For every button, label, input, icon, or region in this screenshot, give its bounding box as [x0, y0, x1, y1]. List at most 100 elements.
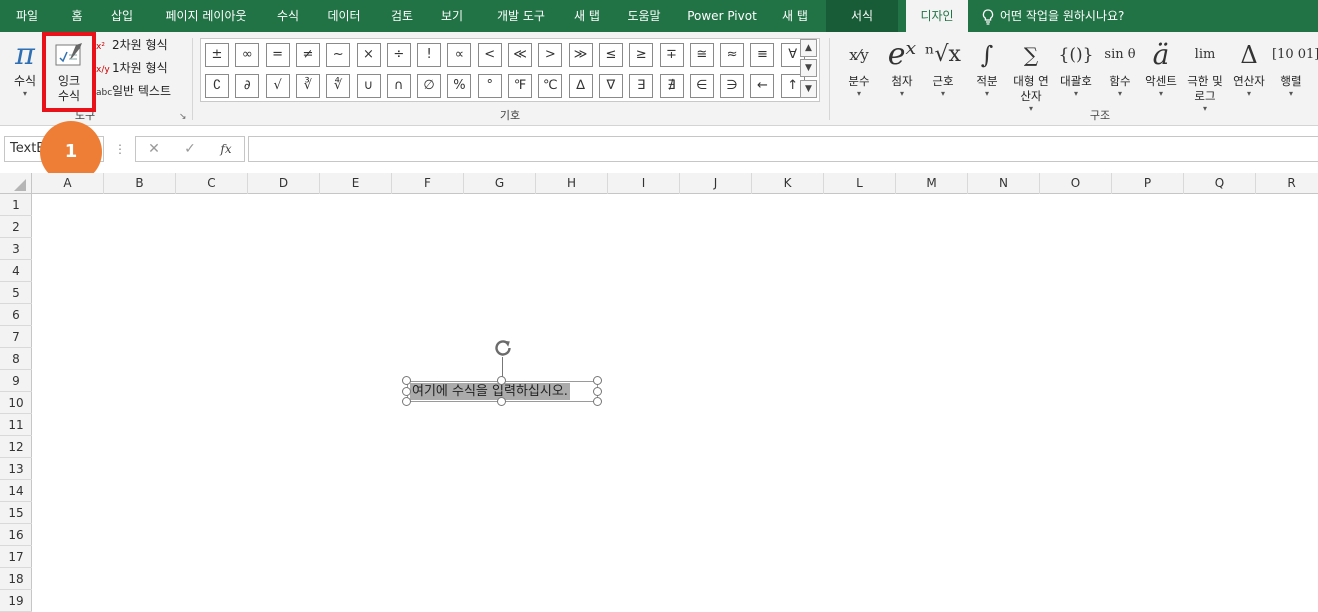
resize-handle-bottom-left[interactable]	[402, 397, 411, 406]
column-header[interactable]: K	[752, 173, 824, 194]
column-header[interactable]: F	[392, 173, 464, 194]
row-header[interactable]: 5	[0, 282, 32, 304]
symbol-button[interactable]: ≡	[750, 43, 775, 67]
more-options-icon[interactable]: ⋮	[110, 138, 130, 160]
resize-handle-top-left[interactable]	[402, 376, 411, 385]
row-header[interactable]: 7	[0, 326, 32, 348]
symbol-button[interactable]: ∃	[629, 74, 654, 98]
symbol-button[interactable]: %	[447, 74, 472, 98]
tell-me-search[interactable]: 어떤 작업을 원하시나요?	[982, 0, 1124, 32]
structure-button[interactable]: x⁄y 분수 ▾	[840, 36, 878, 99]
formula-input[interactable]	[248, 136, 1318, 162]
linear-format-button[interactable]: x/y 1차원 형식	[96, 58, 168, 78]
resize-handle-bottom[interactable]	[497, 397, 506, 406]
structure-button[interactable]: eˣ 첨자 ▾	[884, 36, 920, 99]
gallery-scroll-up[interactable]: ▲	[800, 39, 817, 57]
column-header[interactable]: M	[896, 173, 968, 194]
symbol-button[interactable]: ℃	[538, 74, 563, 98]
symbol-button[interactable]: ∋	[720, 74, 745, 98]
tab-home[interactable]: 홈	[54, 0, 100, 32]
equation-placeholder[interactable]: 여기에 수식을 입력하십시오.	[410, 383, 570, 400]
symbol-button[interactable]: ∛	[295, 74, 320, 98]
structure-button[interactable]: Δ 연산자 ▾	[1230, 36, 1268, 99]
symbol-button[interactable]: !	[417, 43, 442, 67]
tab-design[interactable]: 디자인	[906, 0, 968, 33]
column-header[interactable]: Q	[1184, 173, 1256, 194]
symbol-button[interactable]: ∂	[235, 74, 260, 98]
symbol-button[interactable]: ∝	[447, 43, 472, 67]
symbol-button[interactable]: ≥	[629, 43, 654, 67]
column-header[interactable]: D	[248, 173, 320, 194]
row-header[interactable]: 6	[0, 304, 32, 326]
column-header[interactable]: J	[680, 173, 752, 194]
tab-formulas[interactable]: 수식	[266, 0, 310, 32]
row-header[interactable]: 13	[0, 458, 32, 480]
insert-function-icon[interactable]: fx	[216, 138, 236, 160]
symbol-button[interactable]: ~	[326, 43, 351, 67]
structure-button[interactable]: ∑ 대형 연산자 ▾	[1010, 36, 1052, 114]
resize-handle-top-right[interactable]	[593, 376, 602, 385]
structure-button[interactable]: ä 악센트 ▾	[1142, 36, 1180, 99]
symbol-button[interactable]: ∈	[689, 74, 714, 98]
tab-help[interactable]: 도움말	[618, 0, 670, 32]
tab-data[interactable]: 데이터	[318, 0, 370, 32]
column-header[interactable]: C	[176, 173, 248, 194]
row-header[interactable]: 1	[0, 194, 32, 216]
tab-review[interactable]: 검토	[380, 0, 424, 32]
dialog-launcher-icon[interactable]: ↘	[179, 112, 187, 122]
symbol-button[interactable]: ≠	[295, 43, 320, 67]
structure-button[interactable]: lim 극한 및 로그 ▾	[1182, 36, 1228, 114]
gallery-scroll-down[interactable]: ▼	[800, 59, 817, 77]
professional-format-button[interactable]: x² 2차원 형식	[96, 35, 168, 55]
tab-new-tab-2[interactable]: 새 탭	[772, 0, 818, 32]
structure-button[interactable]: ⁿ√x 근호 ▾	[924, 36, 962, 99]
enter-check-icon[interactable]: ✓	[180, 138, 200, 160]
row-header[interactable]: 17	[0, 546, 32, 568]
symbol-button[interactable]: √	[265, 74, 290, 98]
symbol-button[interactable]: ∞	[235, 43, 260, 67]
column-header[interactable]: N	[968, 173, 1040, 194]
symbol-button[interactable]: ≪	[508, 43, 532, 67]
resize-handle-left[interactable]	[402, 387, 411, 396]
symbol-button[interactable]: ÷	[386, 43, 411, 67]
normal-text-button[interactable]: abc일반 텍스트	[96, 81, 171, 101]
symbol-button[interactable]: >	[538, 43, 563, 67]
column-header[interactable]: E	[320, 173, 392, 194]
structure-button[interactable]: {()} 대괄호 ▾	[1056, 36, 1096, 99]
row-header[interactable]: 19	[0, 590, 32, 612]
tab-file[interactable]: 파일	[0, 0, 54, 32]
symbol-button[interactable]: ℉	[508, 74, 532, 98]
gallery-more[interactable]: ▼	[800, 80, 817, 98]
column-header[interactable]: B	[104, 173, 176, 194]
row-header[interactable]: 11	[0, 414, 32, 436]
tab-new-tab-1[interactable]: 새 탭	[566, 0, 608, 32]
column-header[interactable]: R	[1256, 173, 1318, 194]
tab-insert[interactable]: 삽입	[100, 0, 144, 32]
row-header[interactable]: 16	[0, 524, 32, 546]
symbol-button[interactable]: ∆	[568, 74, 593, 98]
symbol-button[interactable]: ∩	[386, 74, 411, 98]
tab-view[interactable]: 보기	[430, 0, 474, 32]
symbol-button[interactable]: <	[477, 43, 502, 67]
column-header[interactable]: H	[536, 173, 608, 194]
resize-handle-bottom-right[interactable]	[593, 397, 602, 406]
row-header[interactable]: 8	[0, 348, 32, 370]
row-header[interactable]: 18	[0, 568, 32, 590]
symbol-button[interactable]: ∁	[205, 74, 229, 98]
row-header[interactable]: 3	[0, 238, 32, 260]
tab-developer[interactable]: 개발 도구	[484, 0, 558, 32]
column-header[interactable]: G	[464, 173, 536, 194]
cancel-icon[interactable]: ✕	[144, 138, 164, 160]
row-header[interactable]: 4	[0, 260, 32, 282]
symbol-button[interactable]: ∓	[659, 43, 684, 67]
tab-power-pivot[interactable]: Power Pivot	[680, 0, 764, 32]
column-header[interactable]: I	[608, 173, 680, 194]
symbol-button[interactable]: ≤	[598, 43, 623, 67]
resize-handle-top[interactable]	[497, 376, 506, 385]
row-header[interactable]: 15	[0, 502, 32, 524]
symbol-button[interactable]: ≅	[689, 43, 714, 67]
row-header[interactable]: 10	[0, 392, 32, 414]
symbol-button[interactable]: ∄	[659, 74, 684, 98]
structure-button[interactable]: sin θ 함수 ▾	[1100, 36, 1140, 99]
row-header[interactable]: 14	[0, 480, 32, 502]
